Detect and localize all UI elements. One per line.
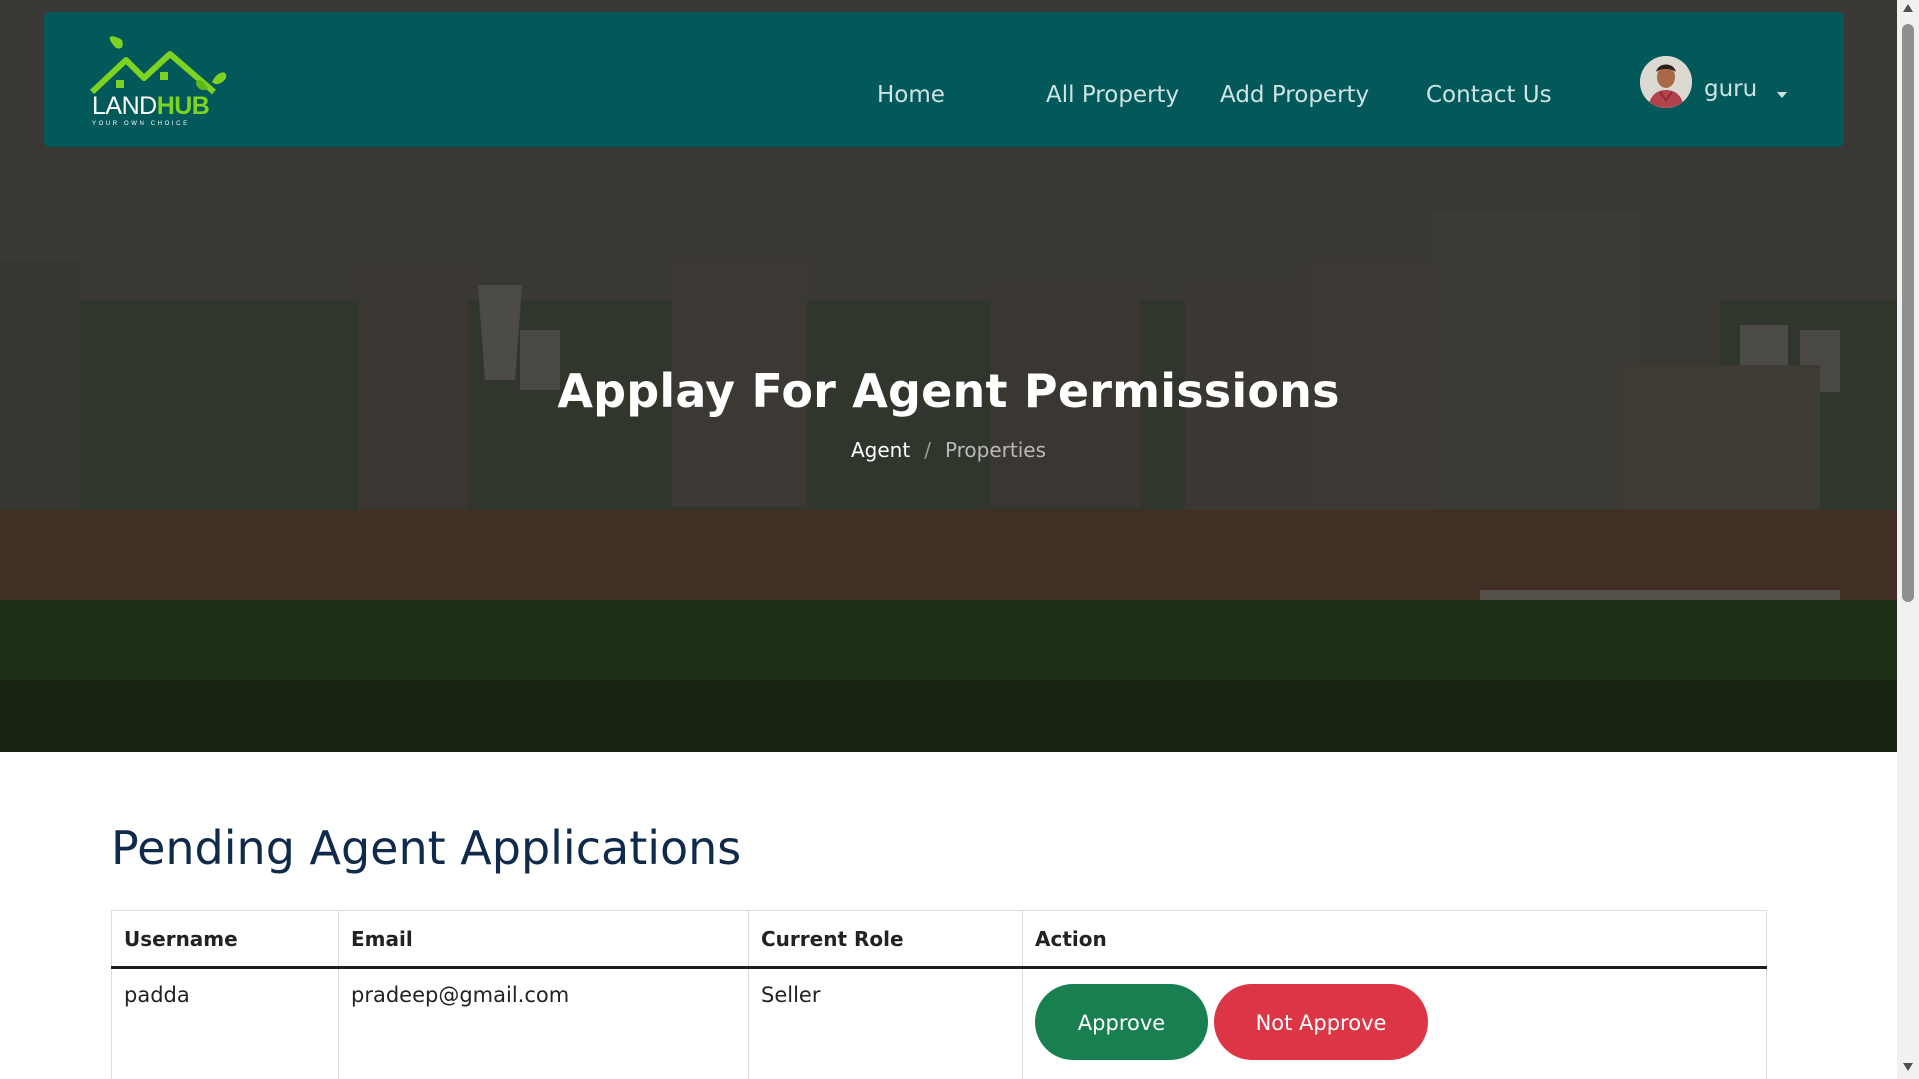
applications-table: Username Email Current Role Action padda… bbox=[111, 910, 1767, 1079]
user-avatar[interactable] bbox=[1640, 56, 1692, 108]
cell-action: Approve Not Approve bbox=[1022, 967, 1767, 1079]
user-menu-name[interactable]: guru bbox=[1704, 74, 1757, 104]
cell-username: padda bbox=[111, 967, 339, 1079]
main-navbar: LANDHUB YOUR OWN CHOICE Home All Propert… bbox=[44, 12, 1844, 147]
nav-all-property[interactable]: All Property bbox=[1046, 80, 1179, 110]
breadcrumb: Agent / Properties bbox=[0, 436, 1897, 464]
logo-wordmark: LANDHUB bbox=[92, 92, 210, 120]
user-photo-icon bbox=[1640, 56, 1692, 108]
nav-add-property[interactable]: Add Property bbox=[1220, 80, 1369, 110]
page-title: Applay For Agent Permissions bbox=[557, 363, 1340, 418]
column-header-username: Username bbox=[111, 910, 339, 969]
logo-tagline: YOUR OWN CHOICE bbox=[92, 121, 190, 127]
column-header-email: Email bbox=[338, 910, 749, 969]
chevron-down-icon[interactable] bbox=[1777, 92, 1787, 98]
scroll-down-arrow-icon[interactable] bbox=[1903, 1063, 1913, 1071]
section-heading: Pending Agent Applications bbox=[111, 821, 742, 875]
cell-email: pradeep@gmail.com bbox=[338, 967, 749, 1079]
scroll-up-arrow-icon[interactable] bbox=[1903, 4, 1913, 12]
nav-home[interactable]: Home bbox=[877, 80, 945, 110]
column-header-current-role: Current Role bbox=[748, 910, 1023, 969]
approve-button[interactable]: Approve bbox=[1035, 984, 1208, 1060]
table-row: padda pradeep@gmail.com Seller Approve No… bbox=[111, 967, 1767, 1079]
breadcrumb-separator: / bbox=[924, 438, 931, 462]
breadcrumb-properties: Properties bbox=[944, 438, 1047, 462]
page: LANDHUB YOUR OWN CHOICE Home All Propert… bbox=[0, 0, 1897, 1079]
nav-contact-us[interactable]: Contact Us bbox=[1426, 80, 1552, 110]
table-header-row: Username Email Current Role Action bbox=[111, 910, 1767, 969]
applications-table-container: Username Email Current Role Action padda… bbox=[111, 910, 1767, 1079]
cell-current-role: Seller bbox=[748, 967, 1023, 1079]
not-approve-button[interactable]: Not Approve bbox=[1214, 984, 1428, 1060]
column-header-action: Action bbox=[1022, 910, 1767, 969]
breadcrumb-agent[interactable]: Agent bbox=[851, 438, 910, 462]
hero-banner: LANDHUB YOUR OWN CHOICE Home All Propert… bbox=[0, 0, 1897, 752]
landhub-logo[interactable]: LANDHUB YOUR OWN CHOICE bbox=[88, 34, 228, 134]
scrollbar-thumb[interactable] bbox=[1902, 24, 1914, 602]
vertical-scrollbar[interactable] bbox=[1897, 0, 1919, 1079]
